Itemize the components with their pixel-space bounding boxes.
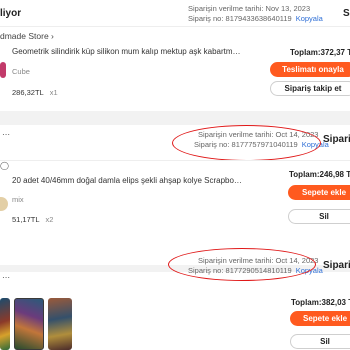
copy-link[interactable]: Kopyala	[296, 14, 323, 23]
order-number-line: Sipariş no: 8179433638640119 Kopyala	[188, 14, 323, 24]
order-total: Toplam:372,37 T	[290, 48, 350, 57]
order-card: liyor Siparişin verilme tarihi: Nov 13, …	[0, 0, 350, 111]
order-total: Toplam:246,98 T	[289, 170, 350, 179]
chat-icon[interactable]: ◯	[0, 161, 9, 170]
item-price-row: 286,32TL x1	[12, 82, 58, 100]
divider	[0, 26, 350, 27]
delete-button[interactable]: Sil	[288, 209, 350, 224]
order-date: Siparişin verilme tarihi: Nov 13, 2023	[188, 4, 311, 13]
item-price-row: 51,17TL x2	[12, 209, 53, 227]
order-side-label: Si	[343, 8, 350, 19]
add-to-cart-button[interactable]: Sepete ekle	[288, 185, 350, 200]
confirm-delivery-button[interactable]: Teslimatı onayla	[270, 62, 350, 77]
product-image[interactable]	[0, 197, 8, 211]
item-title[interactable]: 20 adet 40/46mm doğal damla elips şekli …	[12, 176, 244, 185]
item-quantity: x1	[49, 88, 58, 97]
item-variant: mix	[12, 195, 24, 204]
item-quantity: x2	[45, 215, 54, 224]
order-card: ⋯ Siparişin verilme tarihi: Oct 14, 2023…	[0, 248, 350, 350]
order-card: ⋯ Siparişin verilme tarihi: Oct 14, 2023…	[0, 125, 350, 265]
delete-button[interactable]: Sil	[290, 334, 350, 349]
order-side-label: Sipariş a	[323, 260, 350, 271]
chevron-right-icon: ›	[51, 31, 54, 41]
order-total: Toplam:382,03 T	[291, 298, 350, 307]
divider	[0, 160, 350, 161]
order-status: liyor	[0, 8, 22, 19]
annotation-circle	[168, 248, 316, 281]
product-image[interactable]	[0, 62, 6, 78]
product-image[interactable]	[14, 298, 44, 350]
item-price: 51,17TL	[12, 215, 40, 224]
annotation-circle	[172, 125, 321, 161]
item-title[interactable]: Geometrik silindirik küp silikon mum kal…	[12, 47, 244, 56]
store-name: dmade Store	[0, 31, 49, 41]
item-variant: Cube	[12, 67, 30, 76]
chat-icon[interactable]: ⋯	[2, 273, 10, 282]
product-image[interactable]	[48, 298, 72, 350]
product-image[interactable]	[0, 298, 10, 350]
order-side-label: Sipariş a	[323, 134, 350, 145]
order-number: Sipariş no: 8179433638640119	[188, 14, 292, 23]
item-price: 286,32TL	[12, 88, 44, 97]
add-to-cart-button[interactable]: Sepete ekle	[290, 311, 350, 326]
store-link[interactable]: dmade Store ›	[0, 31, 54, 41]
chat-icon[interactable]: ⋯	[2, 130, 10, 139]
track-order-button[interactable]: Sipariş takip et	[270, 81, 350, 96]
